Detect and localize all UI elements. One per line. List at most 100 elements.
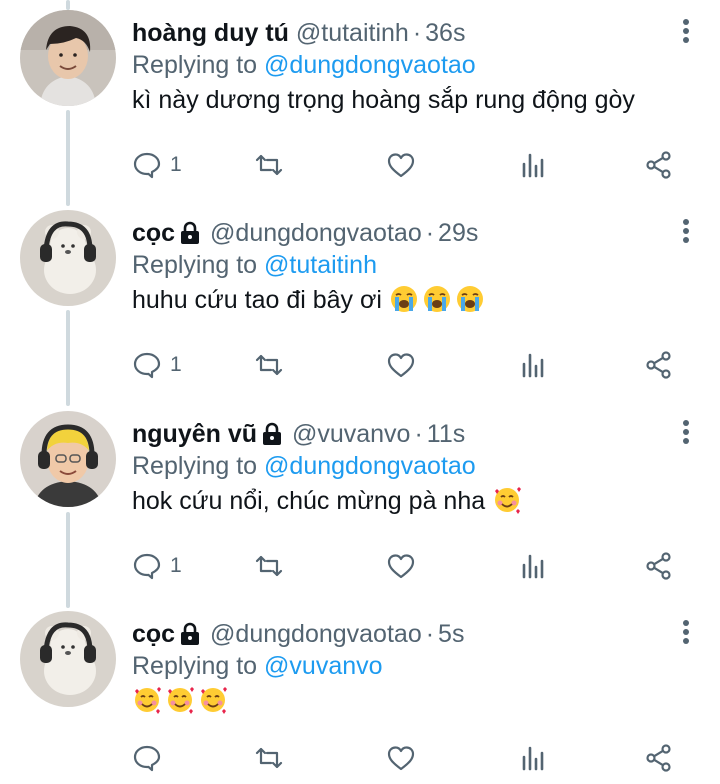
share-button[interactable] (644, 549, 674, 583)
display-name[interactable]: hoàng duy tú (132, 19, 289, 47)
like-button[interactable] (386, 348, 416, 382)
tweet-actions: 1 (132, 549, 692, 583)
reply-thread: hoàng duy tú @tutaitinh · 36s Replying to … (0, 0, 720, 784)
share-button[interactable] (644, 741, 674, 775)
replying-to-label: Replying to (132, 652, 258, 680)
avatar-teddy-bear-headphones-image (20, 210, 116, 306)
timestamp[interactable]: 29s (438, 219, 478, 247)
reply-button[interactable]: 1 (132, 148, 182, 182)
tweet[interactable]: cọc @dungdongvaotao · 5s Replying to @vuva… (0, 601, 720, 784)
share-icon (646, 351, 671, 379)
avatar[interactable] (20, 10, 116, 106)
loudly-crying-face-icon (456, 286, 483, 312)
lock-icon (263, 422, 282, 445)
retweet-button[interactable] (254, 348, 284, 382)
share-icon (646, 552, 671, 580)
retweet-icon (255, 747, 283, 769)
tweet-body: hok cứu nổi, chúc mừng pà nha (132, 484, 525, 518)
reply-button[interactable]: 1 (132, 348, 182, 382)
more-options-icon[interactable] (682, 619, 690, 645)
smiling-face-with-hearts-icon (201, 687, 227, 714)
timestamp[interactable]: 5s (438, 620, 464, 648)
heart-icon (387, 554, 415, 579)
replying-to: Replying to @tutaitinh (132, 250, 377, 280)
tweet[interactable]: nguyên vũ @vuvanvo · 11s Replying to @dung… (0, 401, 720, 601)
display-name[interactable]: cọc (132, 219, 175, 247)
loudly-crying-face-icon (423, 286, 450, 312)
display-name[interactable]: nguyên vũ (132, 420, 257, 448)
tweet-actions: 1 (132, 148, 692, 182)
replying-to: Replying to @dungdongvaotao (132, 451, 476, 481)
reply-button[interactable]: 1 (132, 549, 182, 583)
retweet-button[interactable] (254, 148, 284, 182)
reply-icon (133, 745, 161, 772)
share-icon (646, 744, 671, 772)
reply-count: 1 (170, 554, 182, 577)
retweet-button[interactable] (254, 741, 284, 775)
user-handle[interactable]: @vuvanvo (292, 420, 411, 448)
retweet-icon (255, 154, 283, 176)
tweet-header: hoàng duy tú @tutaitinh · 36s (132, 16, 465, 50)
reply-icon (133, 553, 161, 580)
replying-to-mention[interactable]: @vuvanvo (264, 652, 383, 680)
retweet-icon (255, 354, 283, 376)
reply-count: 1 (170, 353, 182, 376)
lock-icon (181, 221, 200, 244)
avatar[interactable] (20, 411, 116, 507)
retweet-icon (255, 555, 283, 577)
replying-to-mention[interactable]: @dungdongvaotao (264, 51, 476, 79)
tweet-text: hok cứu nổi, chúc mừng pà nha (132, 487, 486, 515)
reply-button[interactable] (132, 741, 170, 775)
more-options-icon[interactable] (682, 419, 690, 445)
share-button[interactable] (644, 148, 674, 182)
timestamp[interactable]: 11s (427, 420, 465, 448)
tweet-actions: 1 (132, 348, 692, 382)
display-name[interactable]: cọc (132, 620, 175, 648)
more-options-icon[interactable] (682, 218, 690, 244)
avatar-boy-smiling-image (20, 10, 116, 106)
user-handle[interactable]: @tutaitinh (296, 19, 409, 47)
avatar[interactable] (20, 611, 116, 707)
timestamp[interactable]: 36s (425, 19, 465, 47)
avatar-teddy-bear-headphones-image (20, 611, 116, 707)
tweet[interactable]: cọc @dungdongvaotao · 29s Replying to @tut… (0, 200, 720, 400)
tweet-header: cọc @dungdongvaotao · 29s (132, 216, 478, 250)
user-handle[interactable]: @dungdongvaotao (210, 219, 422, 247)
analytics-button[interactable] (518, 148, 548, 182)
replying-to-mention[interactable]: @tutaitinh (264, 251, 377, 279)
lock-icon (181, 622, 200, 645)
separator-dot: · (414, 420, 423, 448)
tweet-text: huhu cứu tao đi bây ơi (132, 286, 382, 314)
tweet-actions (132, 741, 692, 775)
analytics-button[interactable] (518, 549, 548, 583)
like-button[interactable] (386, 549, 416, 583)
analytics-icon (522, 746, 544, 771)
reply-icon (133, 352, 161, 379)
smiling-face-with-hearts-icon (168, 687, 194, 714)
replying-to: Replying to @vuvanvo (132, 651, 383, 681)
replying-to-label: Replying to (132, 251, 258, 279)
replying-to: Replying to @dungdongvaotao (132, 50, 476, 80)
tweet[interactable]: hoàng duy tú @tutaitinh · 36s Replying to … (0, 0, 720, 200)
tweet-header: cọc @dungdongvaotao · 5s (132, 617, 464, 651)
heart-icon (387, 353, 415, 378)
replying-to-label: Replying to (132, 452, 258, 480)
analytics-button[interactable] (518, 348, 548, 382)
replying-to-mention[interactable]: @dungdongvaotao (264, 452, 476, 480)
analytics-icon (522, 554, 544, 579)
like-button[interactable] (386, 741, 416, 775)
share-button[interactable] (644, 348, 674, 382)
more-options-icon[interactable] (682, 18, 690, 44)
retweet-button[interactable] (254, 549, 284, 583)
separator-dot: · (425, 219, 435, 247)
analytics-button[interactable] (518, 741, 548, 775)
loudly-crying-face-icon (390, 286, 417, 312)
avatar-boy-headset-image (20, 411, 116, 507)
like-button[interactable] (386, 148, 416, 182)
analytics-icon (522, 153, 544, 178)
separator-dot: · (412, 19, 422, 47)
avatar[interactable] (20, 210, 116, 306)
user-handle[interactable]: @dungdongvaotao (210, 620, 422, 648)
separator-dot: · (425, 620, 435, 648)
reply-count: 1 (170, 153, 182, 176)
